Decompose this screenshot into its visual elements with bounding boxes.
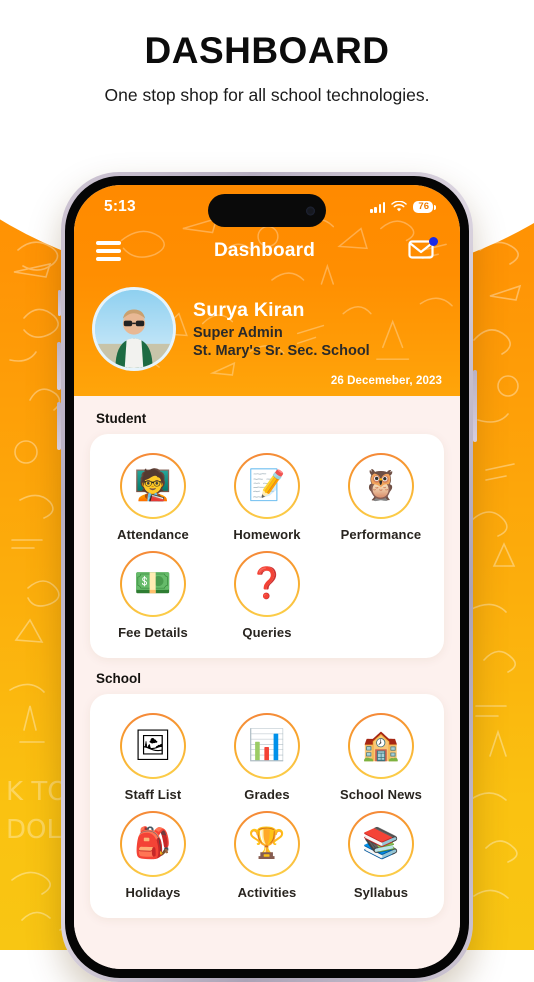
tile-label: Attendance (117, 527, 189, 542)
tile-label: Activities (237, 885, 297, 900)
tile-glyph: 🎒 (134, 827, 172, 860)
student-card: 🧑‍🏫 Attendance 📝 Homework 🦉 Performance (90, 434, 444, 658)
stacked-books-icon: 📚 (348, 811, 414, 877)
mail-button[interactable] (408, 237, 438, 264)
section-label-school: School (96, 671, 142, 686)
tile-syllabus[interactable]: 📚 Syllabus (324, 806, 438, 904)
profile-role: Super Admin (193, 325, 283, 341)
phone-screen: 5:13 76 Dashboard Surya Kiran Super Admi… (74, 185, 460, 969)
tile-label: Performance (340, 527, 422, 542)
tile-glyph: 🏆 (248, 827, 286, 860)
tile-label: Queries (242, 625, 292, 640)
tile-glyph: ❓ (248, 567, 286, 600)
tile-label: Grades (244, 787, 290, 802)
notification-dot (428, 237, 438, 246)
tile-label: Homework (233, 527, 301, 542)
tile-glyph: 💵 (134, 567, 172, 600)
tile-grades[interactable]: 📊 Grades (210, 708, 324, 806)
dynamic-island (208, 194, 326, 227)
navbar-title: Dashboard (213, 240, 316, 261)
notebook-pencil-icon: 📝 (234, 453, 300, 519)
volume-up-button[interactable] (57, 342, 61, 390)
tile-glyph: 🧑‍🏫 (134, 469, 172, 502)
phone-mockup: 5:13 76 Dashboard Surya Kiran Super Admi… (57, 172, 477, 982)
page-title: DASHBOARD (144, 30, 390, 71)
profile-name: Surya Kiran (193, 299, 305, 321)
tile-glyph: 📚 (362, 827, 400, 860)
battery-indicator: 76 (413, 200, 436, 214)
current-date: 26 Decemeber, 2023 (330, 375, 442, 387)
tile-attendance[interactable]: 🧑‍🏫 Attendance (96, 448, 210, 546)
profile-band: Surya Kiran Super Admin St. Mary's Sr. S… (74, 273, 460, 375)
tile-row: 🧑‍🏫 Attendance 📝 Homework 🦉 Performance (96, 448, 438, 546)
user-avatar[interactable] (92, 287, 176, 371)
power-button[interactable] (473, 370, 477, 442)
tile-label: Fee Details (118, 625, 188, 640)
tile-glyph: 🦉 (362, 469, 400, 502)
tile-label: School News (339, 787, 422, 802)
tile-holidays[interactable]: 🎒 Holidays (96, 806, 210, 904)
profile-text: Surya Kiran Super Admin St. Mary's Sr. S… (193, 299, 370, 359)
avatar-photo (95, 290, 173, 368)
wifi-icon (391, 201, 408, 212)
tile-row: 💵 Fee Details ❓ Queries (96, 546, 438, 644)
backpack-icon: 🎒 (120, 811, 186, 877)
tile-row: 🖼 Staff List 📊 Grades 🏫 School News (96, 708, 438, 806)
tile-row: 🎒 Holidays 🏆 Activities 📚 Syllabus (96, 806, 438, 904)
tile-homework[interactable]: 📝 Homework (210, 448, 324, 546)
tile-glyph: 📝 (248, 469, 286, 502)
money-envelope-icon: 💵 (120, 551, 186, 617)
status-indicators: 76 (370, 200, 436, 214)
tile-glyph: 📊 (248, 729, 286, 762)
staff-photos-icon: 🖼 (120, 713, 186, 779)
tile-label: Syllabus (353, 885, 409, 900)
promo-header: DASHBOARD One stop shop for all school t… (0, 30, 534, 107)
profile-school: St. Mary's Sr. Sec. School (193, 343, 370, 359)
section-label-student: Student (96, 411, 147, 426)
classroom-students-icon: 🧑‍🏫 (120, 453, 186, 519)
volume-down-button[interactable] (57, 402, 61, 450)
status-clock: 5:13 (104, 198, 136, 215)
tile-staff-list[interactable]: 🖼 Staff List (96, 708, 210, 806)
app-body: Student 🧑‍🏫 Attendance 📝 Homework 🦉 (74, 396, 460, 969)
svg-text:DOL: DOL (6, 815, 61, 845)
trophy-icon: 🏆 (234, 811, 300, 877)
tile-queries[interactable]: ❓ Queries (210, 546, 324, 644)
tile-label: Holidays (125, 885, 181, 900)
hamburger-menu-icon[interactable] (96, 241, 121, 261)
school-building-icon: 🏫 (348, 713, 414, 779)
tile-label: Staff List (124, 787, 182, 802)
tile-school-news[interactable]: 🏫 School News (324, 708, 438, 806)
silent-switch[interactable] (58, 290, 61, 316)
blackboard-easel-icon: 📊 (234, 713, 300, 779)
app-navbar: Dashboard (74, 229, 460, 273)
svg-text:K TO: K TO (6, 777, 68, 807)
tile-activities[interactable]: 🏆 Activities (210, 806, 324, 904)
school-card: 🖼 Staff List 📊 Grades 🏫 School News 🎒 Ho… (90, 694, 444, 918)
tile-glyph: 🏫 (362, 729, 400, 762)
signal-bars-icon (370, 201, 386, 213)
question-books-icon: ❓ (234, 551, 300, 617)
phone-bezel: 5:13 76 Dashboard Surya Kiran Super Admi… (65, 176, 469, 978)
promo-subtitle: One stop shop for all school technologie… (104, 84, 430, 105)
tile-glyph: 🖼 (133, 729, 173, 762)
tile-performance[interactable]: 🦉 Performance (324, 448, 438, 546)
owl-pencil-icon: 🦉 (348, 453, 414, 519)
tile-fee-details[interactable]: 💵 Fee Details (96, 546, 210, 644)
tile-empty (324, 546, 438, 644)
